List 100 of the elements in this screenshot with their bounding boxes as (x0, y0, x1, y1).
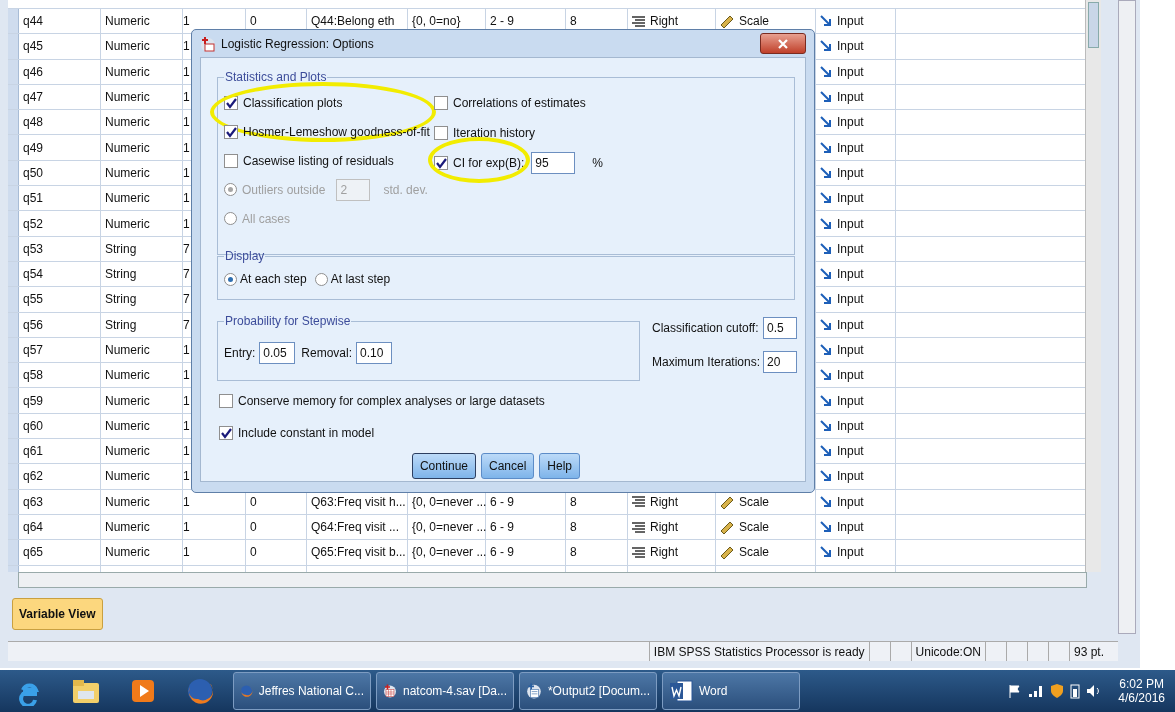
number-field[interactable]: 20 (763, 351, 797, 373)
row-header[interactable] (8, 160, 19, 186)
row-header[interactable] (8, 135, 19, 160)
arrow-icon (820, 318, 832, 331)
table-cell: q49 (23, 140, 44, 155)
checkbox[interactable] (434, 156, 448, 170)
unit-label: std. dev. (383, 182, 428, 197)
row-header[interactable] (8, 413, 19, 439)
network-icon[interactable] (1028, 684, 1045, 698)
table-cell: Input (837, 469, 864, 484)
arrow-icon (820, 369, 832, 382)
media-player-icon[interactable] (129, 678, 156, 704)
table-cell: q64 (23, 520, 44, 535)
arrow-icon (820, 91, 832, 104)
radio-button[interactable] (314, 272, 328, 286)
field-label: Entry: (224, 346, 256, 360)
dialog-button[interactable]: Help (539, 453, 581, 479)
folder-icon[interactable] (70, 677, 101, 705)
view-tab[interactable]: Variable View (12, 598, 103, 630)
close-button[interactable] (760, 33, 806, 54)
row-header[interactable] (8, 59, 19, 84)
option-label: Include constant in model (238, 426, 375, 440)
table-cell: Numeric (105, 216, 150, 231)
table-cell: 0 (250, 520, 257, 535)
firefox-icon[interactable] (185, 677, 214, 705)
row-header[interactable] (8, 312, 19, 337)
row-header[interactable] (8, 9, 19, 34)
row-header[interactable] (8, 110, 19, 135)
radio-button[interactable] (224, 272, 237, 286)
table-cell: Input (837, 292, 864, 307)
shield-icon[interactable] (1050, 683, 1065, 699)
table-cell: 6 - 9 (490, 494, 514, 509)
clock-date[interactable]: 4/6/2016 (1118, 691, 1165, 705)
checkbox[interactable] (219, 394, 233, 408)
scrollbar[interactable] (1118, 0, 1136, 634)
checkbox[interactable] (224, 124, 238, 139)
table-cell: 1 (183, 418, 190, 433)
dialog-button[interactable]: Cancel (481, 453, 535, 479)
row-header[interactable] (8, 84, 19, 110)
table-cell: Numeric (105, 520, 150, 535)
number-field[interactable]: 95 (531, 152, 576, 174)
checkbox[interactable] (434, 96, 448, 110)
table-cell: 2 - 9 (490, 14, 514, 29)
app-icon (200, 35, 216, 52)
row-header[interactable] (8, 261, 19, 287)
table-cell: Numeric (105, 140, 150, 155)
row-header[interactable] (8, 337, 19, 363)
table-cell: Input (837, 317, 864, 332)
number-field[interactable]: 0.5 (763, 317, 797, 339)
number-field[interactable]: 0.05 (259, 342, 296, 364)
table-cell: 1 (183, 165, 190, 180)
table-cell: 1 (183, 39, 190, 54)
checkbox[interactable] (434, 126, 448, 140)
table-cell: Numeric (105, 469, 150, 484)
row-header[interactable] (8, 540, 19, 565)
table-cell: Q63:Freq visit h... (311, 494, 406, 509)
taskbar-button[interactable]: Jeffres National C... (233, 672, 371, 710)
checkbox[interactable] (219, 426, 233, 440)
arrow-icon (820, 521, 832, 534)
number-field[interactable]: 0.10 (356, 342, 393, 364)
arrow-icon (820, 268, 832, 281)
taskbar-button[interactable]: *Output2 [Docum... (519, 672, 657, 710)
horizontal-scrollbar[interactable] (18, 572, 1087, 588)
row-header[interactable] (8, 363, 19, 388)
arrow-icon (820, 192, 832, 205)
table-cell: Right (650, 545, 678, 560)
battery-icon[interactable] (1070, 683, 1081, 699)
scrollbar[interactable] (1085, 0, 1101, 572)
table-cell: {0, 0=never ... (412, 520, 487, 535)
table-cell: 1 (183, 520, 190, 535)
row-header[interactable] (8, 439, 19, 464)
row-header[interactable] (8, 34, 19, 59)
row-header[interactable] (8, 186, 19, 211)
row-header[interactable] (8, 211, 19, 236)
row-header[interactable] (8, 236, 19, 261)
row-header[interactable] (8, 287, 19, 312)
group-title: Statistics and Plots (224, 70, 328, 84)
taskbar-button[interactable]: natcom-4.sav [Da... (376, 672, 514, 710)
arrow-icon (820, 15, 832, 28)
table-cell: Input (837, 64, 864, 79)
checkbox[interactable] (224, 153, 238, 168)
taskbar-button[interactable]: Word (662, 672, 800, 710)
row-header[interactable] (8, 388, 19, 413)
table-cell: 1 (183, 343, 190, 357)
dialog-title: Logistic Regression: Options (221, 36, 374, 51)
flag-icon[interactable] (1008, 684, 1023, 698)
table-cell: 1 (183, 140, 190, 155)
table-cell: q48 (23, 115, 44, 130)
arrow-icon (820, 495, 832, 508)
row-header[interactable] (8, 514, 19, 540)
table-cell: Q64:Freq visit ... (311, 520, 400, 535)
table-cell: q55 (23, 292, 44, 307)
clock-time[interactable]: 6:02 PM (1119, 677, 1164, 691)
table-cell: Numeric (105, 64, 150, 79)
table-cell: 7 (183, 317, 190, 332)
row-header[interactable] (8, 464, 19, 489)
row-header[interactable] (8, 489, 19, 514)
dialog-button[interactable]: Continue (411, 453, 476, 479)
table-cell: q57 (23, 343, 44, 357)
field-label: Classification cutoff: (652, 321, 759, 335)
